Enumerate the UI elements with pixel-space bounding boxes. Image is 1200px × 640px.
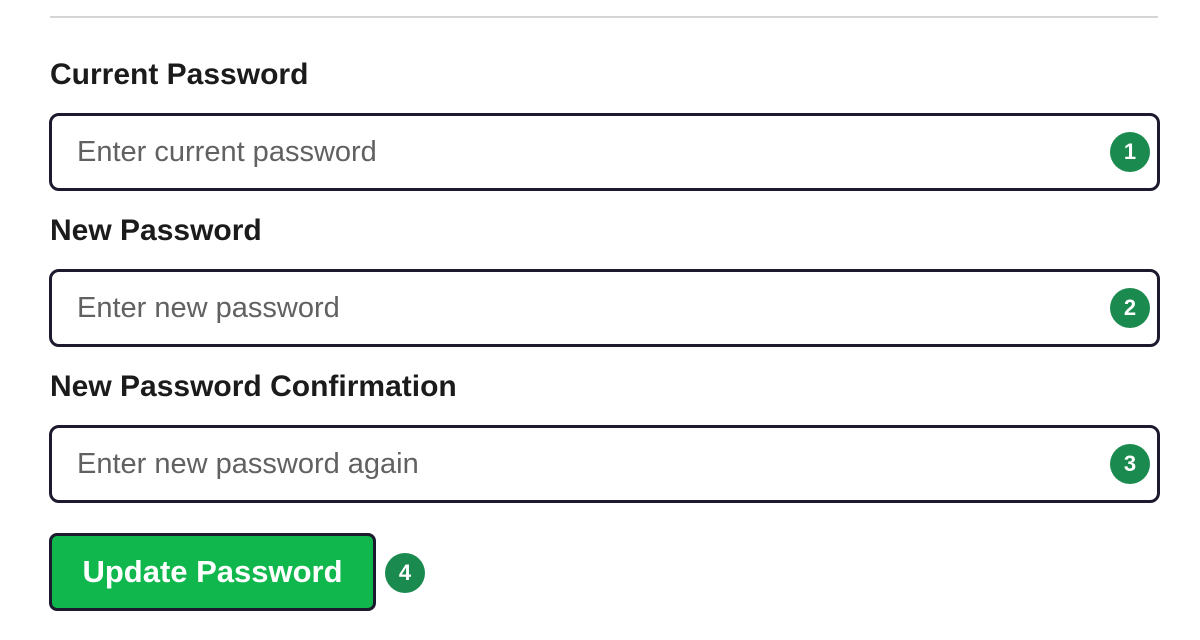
password-form: Current Password 1 New Password 2 New Pa… bbox=[0, 0, 1200, 640]
step-badge-1: 1 bbox=[1110, 132, 1150, 172]
new-password-label: New Password bbox=[50, 214, 262, 247]
update-password-button[interactable]: Update Password bbox=[49, 533, 376, 611]
current-password-input[interactable] bbox=[49, 113, 1160, 191]
current-password-label: Current Password bbox=[50, 58, 309, 91]
step-badge-2: 2 bbox=[1110, 288, 1150, 328]
new-password-confirmation-input[interactable] bbox=[49, 425, 1160, 503]
step-badge-3: 3 bbox=[1110, 444, 1150, 484]
new-password-field-wrapper: 2 bbox=[49, 269, 1160, 347]
step-badge-4: 4 bbox=[385, 553, 425, 593]
new-password-confirmation-field-wrapper: 3 bbox=[49, 425, 1160, 503]
current-password-field-wrapper: 1 bbox=[49, 113, 1160, 191]
section-divider bbox=[50, 16, 1158, 18]
new-password-input[interactable] bbox=[49, 269, 1160, 347]
new-password-confirmation-label: New Password Confirmation bbox=[50, 370, 457, 403]
